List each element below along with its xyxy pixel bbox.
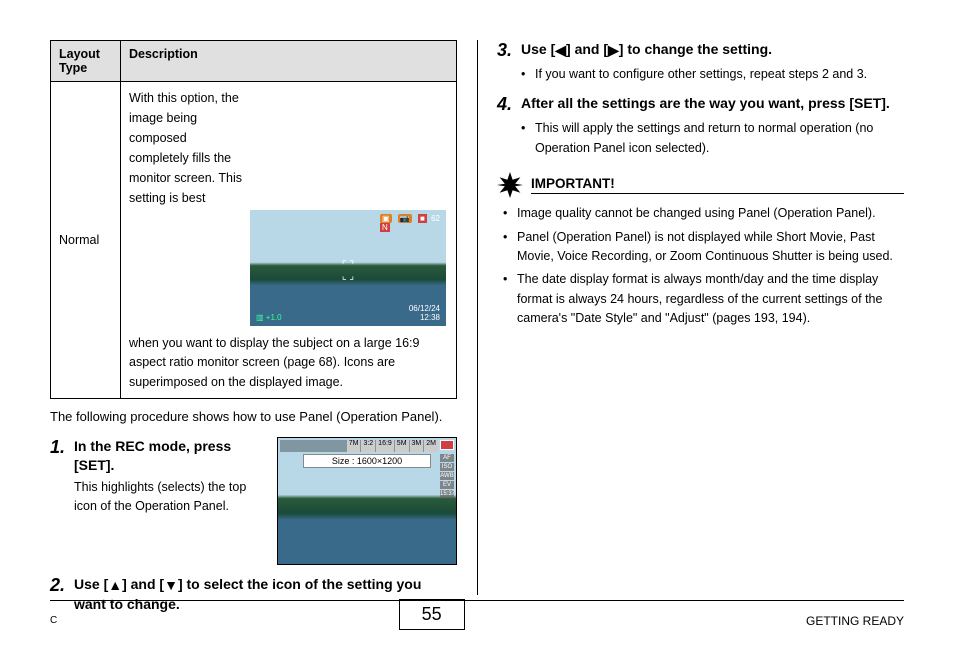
step-number: 1. (50, 437, 74, 458)
intro-paragraph: The following procedure shows how to use… (50, 407, 457, 427)
cell-layout-type: Normal (51, 82, 121, 399)
camera-screen-preview-large: ▣ 📷 ■ 62 N ⌜ ⌝⌞ ⌟ ▥ +1.0 (248, 208, 448, 328)
table-row: Normal With this option, the image being… (51, 82, 457, 399)
column-divider (477, 40, 478, 595)
step-4-bullet: This will apply the settings and return … (521, 119, 904, 158)
overlay-count: 62 (431, 214, 440, 223)
step-3: 3. Use [◀] and [▶] to change the setting… (497, 40, 904, 61)
footer-section-title: GETTING READY (806, 614, 904, 628)
camera-icon: ▣ (380, 214, 392, 223)
focus-brackets-icon: ⌜ ⌝⌞ ⌟ (342, 260, 354, 282)
description-text-top: With this option, the image being compos… (129, 88, 249, 208)
overlay-time: 12:38 (420, 313, 440, 322)
size-tabs: 7M 3:2 16:9 5M 3M 2M (280, 440, 438, 452)
up-triangle-icon: ▲ (108, 576, 122, 596)
step-1: 1. In the REC mode, press [SET]. This hi… (50, 437, 457, 565)
selected-size-icon (440, 440, 454, 450)
footer-left: C (50, 615, 57, 626)
starburst-icon (497, 172, 523, 198)
step-subtext: This highlights (selects) the top icon o… (74, 478, 267, 517)
table-header-description: Description (121, 41, 457, 82)
step-heading: Use [◀] and [▶] to change the setting. (521, 40, 904, 61)
footer-divider (50, 600, 904, 601)
important-bullet: Panel (Operation Panel) is not displayed… (497, 228, 904, 267)
right-triangle-icon: ▶ (608, 41, 619, 61)
left-column: Layout Type Description Normal With this… (50, 40, 457, 595)
important-bullet: The date display format is always month/… (497, 270, 904, 328)
camera-screen-preview-small: 7M 3:2 16:9 5M 3M 2M Size : 1600×1200 AF… (277, 437, 457, 565)
step-heading: After all the settings are the way you w… (521, 94, 904, 114)
left-triangle-icon: ◀ (555, 41, 566, 61)
table-header-layout: Layout Type (51, 41, 121, 82)
important-heading: IMPORTANT! (497, 172, 904, 198)
camera-icon: 📷 (398, 214, 412, 223)
right-column: 3. Use [◀] and [▶] to change the setting… (497, 40, 904, 595)
important-label: IMPORTANT! (531, 176, 904, 194)
battery-icon: ▥ +1.0 (256, 313, 282, 322)
overlay-date: 06/12/24 (409, 304, 440, 313)
rec-indicator: ■ (418, 214, 427, 223)
step-3-bullet: If you want to configure other settings,… (521, 65, 904, 84)
cell-description: With this option, the image being compos… (121, 82, 457, 399)
important-bullet: Image quality cannot be changed using Pa… (497, 204, 904, 223)
down-triangle-icon: ▼ (164, 576, 178, 596)
manual-page: Layout Type Description Normal With this… (0, 0, 954, 646)
step-number: 2. (50, 575, 74, 596)
step-number: 4. (497, 94, 521, 115)
layout-type-table: Layout Type Description Normal With this… (50, 40, 457, 399)
step-heading: In the REC mode, press [SET]. (74, 437, 267, 476)
step-number: 3. (497, 40, 521, 61)
page-footer: C 55 GETTING READY (50, 605, 904, 636)
page-number: 55 (399, 599, 465, 630)
operation-panel-icons: AF ISO AWB EV 15:37 (440, 454, 454, 498)
step-4: 4. After all the settings are the way yo… (497, 94, 904, 115)
size-label: Size : 1600×1200 (303, 454, 431, 468)
description-text-bottom: when you want to display the subject on … (129, 332, 448, 392)
overlay-n: N (380, 223, 390, 232)
